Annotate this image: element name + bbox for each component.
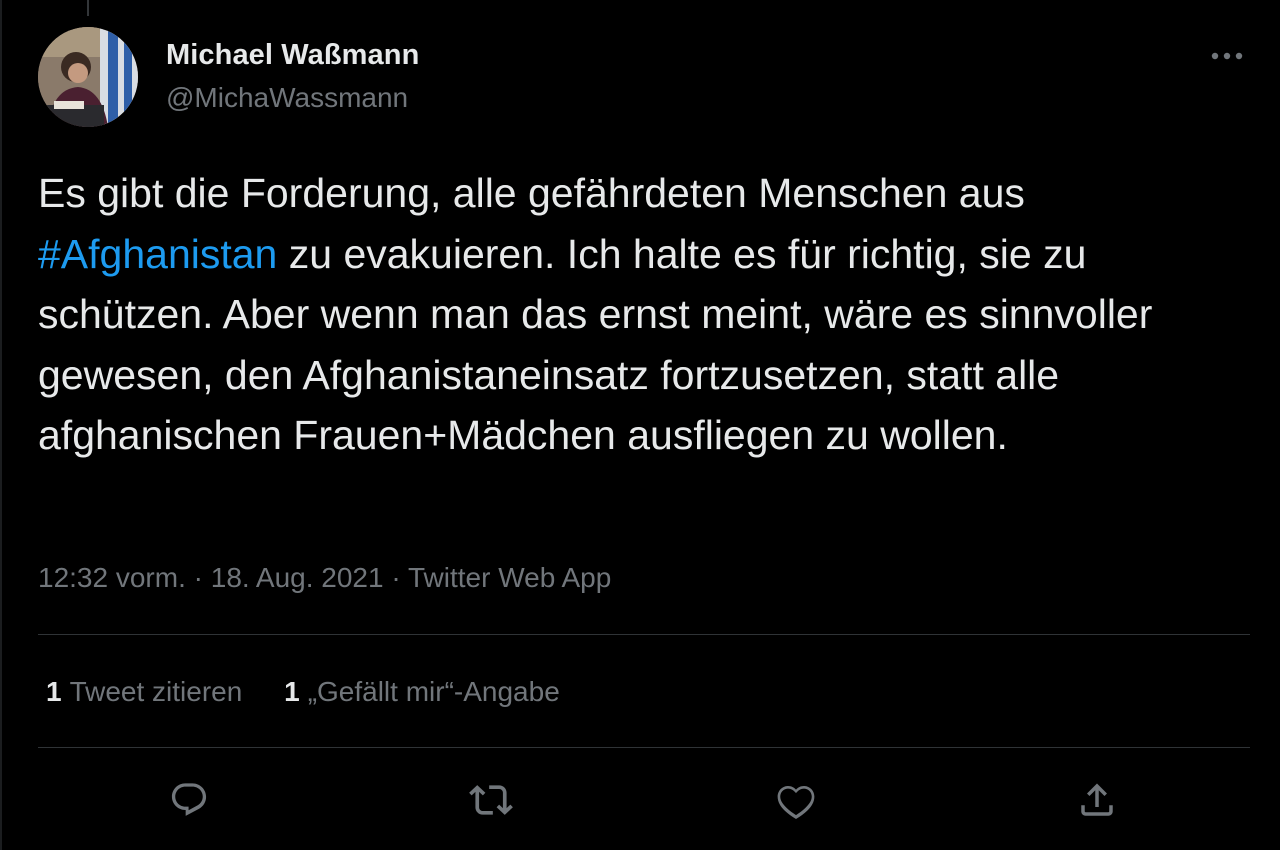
retweet-icon [469, 785, 513, 815]
hashtag-link[interactable]: #Afghanistan [38, 231, 277, 277]
avatar[interactable] [38, 27, 138, 127]
likes-count: 1 [284, 676, 300, 707]
like-button[interactable] [771, 775, 821, 825]
reply-button[interactable] [164, 775, 214, 825]
likes-stat[interactable]: 1 „Gefällt mir“-Angabe [284, 676, 560, 708]
tweet-text-part-1: Es gibt die Forderung, alle gefährdeten … [38, 170, 1037, 216]
like-icon [777, 785, 815, 820]
meta-separator: · [185, 562, 211, 593]
divider-bottom [38, 747, 1250, 748]
engagement-stats: 1 Tweet zitieren 1 „Gefällt mir“-Angabe [46, 676, 560, 708]
reply-icon [171, 783, 207, 816]
divider-top [38, 634, 1250, 635]
retweet-button[interactable] [466, 775, 516, 825]
quote-tweets-count: 1 [46, 676, 62, 707]
quote-tweets-label: Tweet zitieren [69, 676, 243, 707]
more-horizontal-icon [1211, 52, 1243, 60]
column-edge [0, 0, 2, 850]
share-button[interactable] [1072, 775, 1122, 825]
share-icon [1081, 783, 1113, 816]
tweet-time[interactable]: 12:32 vorm. [38, 562, 186, 593]
meta-separator: · [383, 562, 408, 593]
more-options-button[interactable] [1204, 36, 1250, 76]
likes-label: „Gefällt mir“-Angabe [307, 676, 560, 707]
tweet-date[interactable]: 18. Aug. 2021 [211, 562, 384, 593]
author-display-name[interactable]: Michael Waßmann [166, 39, 419, 72]
author-handle[interactable]: @MichaWassmann [166, 82, 408, 114]
quote-tweets-stat[interactable]: 1 Tweet zitieren [46, 676, 242, 708]
tweet-meta: 12:32 vorm. · 18. Aug. 2021 · Twitter We… [38, 562, 611, 594]
tweet-source[interactable]: Twitter Web App [408, 562, 611, 593]
tweet-text: Es gibt die Forderung, alle gefährdeten … [38, 163, 1263, 466]
thread-connector-line [87, 0, 89, 16]
